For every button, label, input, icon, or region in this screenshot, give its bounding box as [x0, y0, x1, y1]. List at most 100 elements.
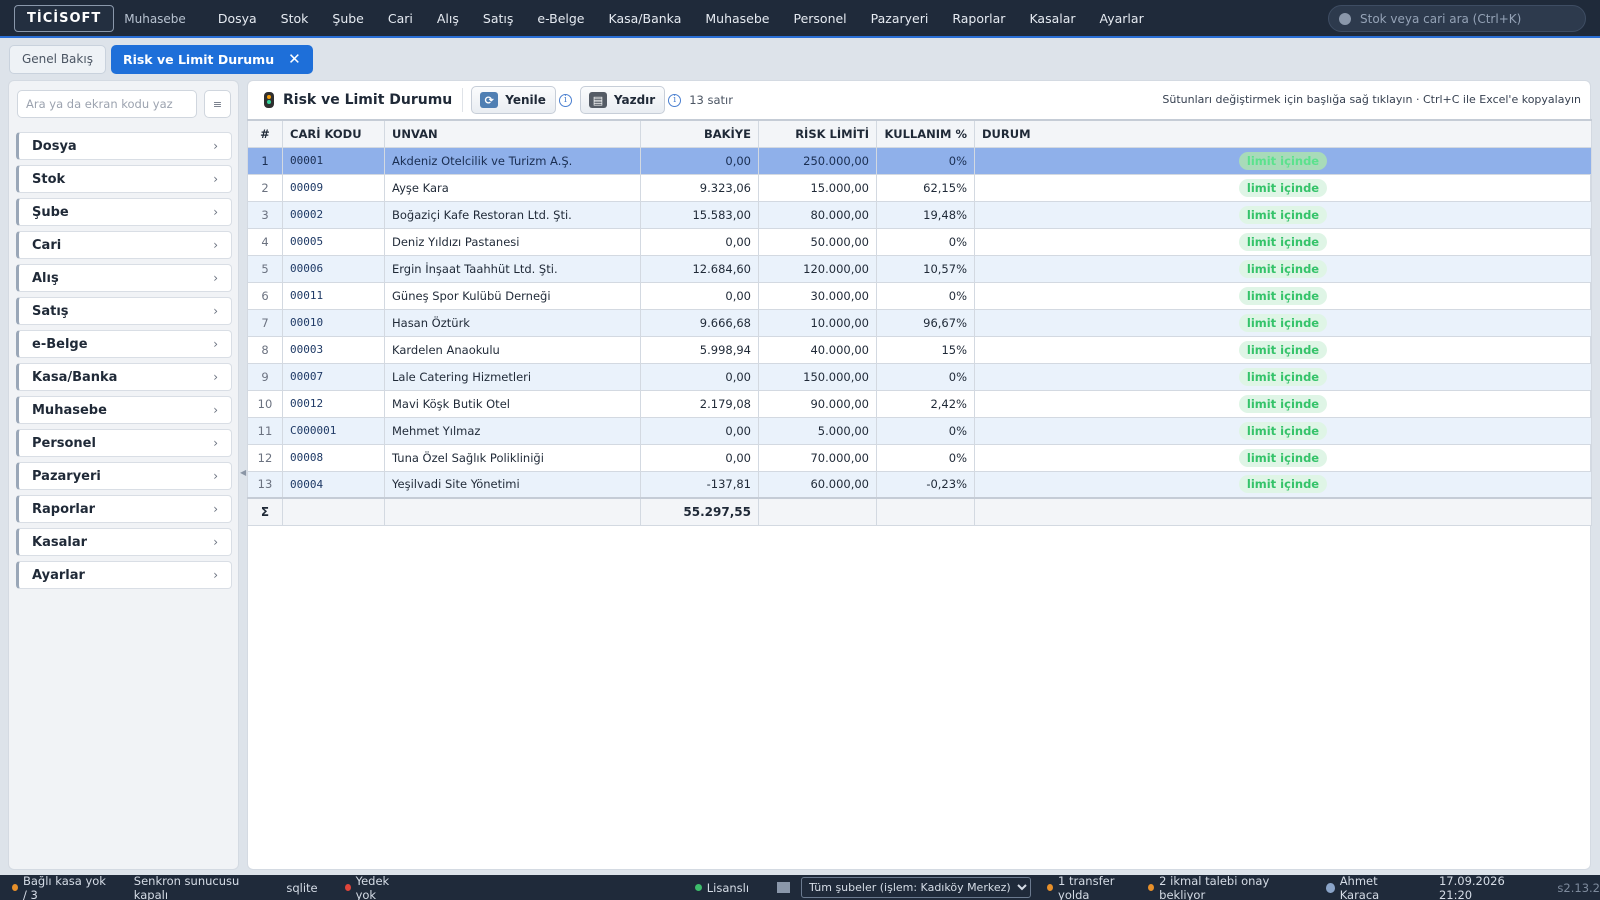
info-icon[interactable]: i [668, 93, 682, 107]
risk-limit-cell: 5.000,00 [758, 416, 877, 445]
collapse-handle-icon[interactable]: ◀ [240, 468, 246, 477]
menu-icon[interactable]: ≡ [204, 90, 231, 118]
sidebar-item[interactable]: Raporlar › [16, 495, 232, 523]
sidebar-item[interactable]: Ayarlar › [16, 561, 232, 589]
topnav-item[interactable]: Muhasebe [693, 11, 781, 26]
table-row[interactable]: 1 00001 Akdeniz Otelcilik ve Turizm A.Ş. 0,… [247, 146, 1592, 175]
cari-name: Lale Catering Hizmetleri [384, 362, 641, 391]
sidebar-item-label: Dosya [32, 138, 77, 154]
status-cell: limit içinde [974, 173, 1592, 202]
sidebar-search[interactable] [17, 90, 197, 118]
table-row[interactable]: 8 00003 Kardelen Anaokulu 5.998,94 40.000,00… [247, 335, 1592, 364]
topnav-item[interactable]: Ayarlar [1088, 11, 1156, 26]
supply-status[interactable]: 2 ikmal talebi onay bekliyor [1148, 874, 1296, 900]
table-row[interactable]: 5 00006 Ergin İnşaat Taahhüt Ltd. Şti. 12.6… [247, 254, 1592, 283]
branch-select[interactable]: Tüm şubeler (işlem: Kadıköy Merkez) [801, 877, 1032, 898]
risk-limit-cell: 60.000,00 [758, 470, 877, 499]
column-header[interactable]: KULLANIM % [876, 119, 975, 148]
table-row[interactable]: 12 00008 Tuna Özel Sağlık Polikliniği 0,00 7… [247, 443, 1592, 472]
topnav-item[interactable]: Stok [269, 11, 321, 26]
risk-table: # CARİ KODU UNVAN BAKİYE RİSK LİMİTİ KUL… [247, 119, 1592, 526]
column-header[interactable]: UNVAN [384, 119, 641, 148]
table-cell [282, 497, 385, 526]
topnav-item[interactable]: Alış [425, 11, 471, 26]
column-header[interactable]: # [247, 119, 283, 148]
sidebar-item[interactable]: Alış › [16, 264, 232, 292]
chevron-right-icon: › [213, 271, 218, 285]
balance-cell: 9.666,68 [640, 308, 759, 337]
page-title: Risk ve Limit Durumu [283, 92, 453, 108]
sidebar-item[interactable]: Muhasebe › [16, 396, 232, 424]
user-info[interactable]: Ahmet Karaca [1326, 874, 1409, 900]
table-row[interactable]: 9 00007 Lale Catering Hizmetleri 0,00 150.00… [247, 362, 1592, 391]
status-cell: limit içinde [974, 281, 1592, 310]
print-button[interactable]: ▤ Yazdır [579, 86, 666, 114]
balance-cell: 0,00 [640, 146, 759, 175]
sidebar-item[interactable]: Personel › [16, 429, 232, 457]
search-icon [1339, 12, 1351, 25]
table-row[interactable]: 2 00009 Ayşe Kara 9.323,06 15.000,00 62,15% li… [247, 173, 1592, 202]
column-header[interactable]: RİSK LİMİTİ [758, 119, 877, 148]
refresh-button[interactable]: ⟳ Yenile [471, 86, 556, 114]
topnav-item[interactable]: Satış [471, 11, 525, 26]
table-row[interactable]: 7 00010 Hasan Öztürk 9.666,68 10.000,00 96,67… [247, 308, 1592, 337]
sidebar-item-label: Stok [32, 171, 66, 187]
topnav-item[interactable]: Raporlar [940, 11, 1017, 26]
tab-risk-ve-limit[interactable]: Risk ve Limit Durumu ✕ [110, 44, 313, 74]
tab-bar: Genel Bakış Risk ve Limit Durumu ✕ [0, 40, 1600, 78]
column-header[interactable]: DURUM [974, 119, 1592, 148]
topnav-item[interactable]: Personel [781, 11, 858, 26]
topnav-item[interactable]: Kasalar [1017, 11, 1087, 26]
topnav-item[interactable]: Şube [320, 11, 375, 26]
sidebar-item[interactable]: Pazaryeri › [16, 462, 232, 490]
close-icon[interactable]: ✕ [288, 50, 301, 68]
cari-code: 00009 [282, 173, 385, 202]
table-row[interactable]: 11 C000001 Mehmet Yılmaz 0,00 5.000,00 0% limi… [247, 416, 1592, 445]
risk-limit-cell: 70.000,00 [758, 443, 877, 472]
sidebar-item[interactable]: Kasalar › [16, 528, 232, 556]
sidebar-item-label: Raporlar [32, 501, 96, 517]
chevron-right-icon: › [213, 238, 218, 252]
topnav-item[interactable]: Cari [376, 11, 425, 26]
sync-status-text: Senkron sunucusu kapalı [133, 873, 240, 900]
sidebar-item[interactable]: Kasa/Banka › [16, 363, 232, 391]
sidebar-item[interactable]: Satış › [16, 297, 232, 325]
column-header[interactable]: CARİ KODU [282, 119, 385, 148]
table-row[interactable]: 10 00012 Mavi Köşk Butik Otel 2.179,08 90.00… [247, 389, 1592, 418]
risk-limit-cell: 15.000,00 [758, 173, 877, 202]
sidebar-item[interactable]: Stok › [16, 165, 232, 193]
topnav-item[interactable]: e-Belge [525, 11, 596, 26]
row-count: 13 satır [689, 93, 733, 107]
sidebar-search-input[interactable] [26, 97, 191, 111]
status-dot [1047, 884, 1054, 891]
sidebar-item[interactable]: Şube › [16, 198, 232, 226]
table-row[interactable]: 6 00011 Güneş Spor Kulübü Derneği 0,00 30.00… [247, 281, 1592, 310]
table-row[interactable]: 13 00004 Yeşilvadi Site Yönetimi -137,81 60.… [247, 470, 1592, 499]
global-search[interactable] [1328, 5, 1586, 32]
app-logo[interactable]: TİCİSOFT [14, 4, 115, 32]
tab-genel-bakis[interactable]: Genel Bakış [9, 44, 106, 74]
cari-code: 00002 [282, 200, 385, 229]
topnav-item[interactable]: Pazaryeri [859, 11, 941, 26]
global-search-input[interactable] [1360, 11, 1570, 26]
risk-limit-cell: 80.000,00 [758, 200, 877, 229]
sidebar-item-label: Cari [32, 237, 62, 253]
topnav-item[interactable]: Kasa/Banka [597, 11, 694, 26]
usage-cell: 10,57% [876, 254, 975, 283]
topnav-item[interactable]: Dosya [206, 11, 269, 26]
cari-name: Ergin İnşaat Taahhüt Ltd. Şti. [384, 254, 641, 283]
transfer-status[interactable]: 1 transfer yolda [1047, 874, 1136, 900]
sidebar-item[interactable]: Cari › [16, 231, 232, 259]
cari-name: Boğaziçi Kafe Restoran Ltd. Şti. [384, 200, 641, 229]
balance-cell: 0,00 [640, 281, 759, 310]
table-row[interactable]: 4 00005 Deniz Yıldızı Pastanesi 0,00 50.000,… [247, 227, 1592, 256]
chevron-right-icon: › [213, 436, 218, 450]
row-number: 1 [247, 146, 283, 175]
sidebar-item[interactable]: e-Belge › [16, 330, 232, 358]
sidebar-item[interactable]: Dosya › [16, 132, 232, 160]
status-badge: limit içinde [1238, 151, 1328, 170]
table-row[interactable]: 3 00002 Boğaziçi Kafe Restoran Ltd. Şti. 15… [247, 200, 1592, 229]
column-header[interactable]: BAKİYE [640, 119, 759, 148]
info-icon[interactable]: i [558, 93, 572, 107]
risk-limit-cell: 120.000,00 [758, 254, 877, 283]
